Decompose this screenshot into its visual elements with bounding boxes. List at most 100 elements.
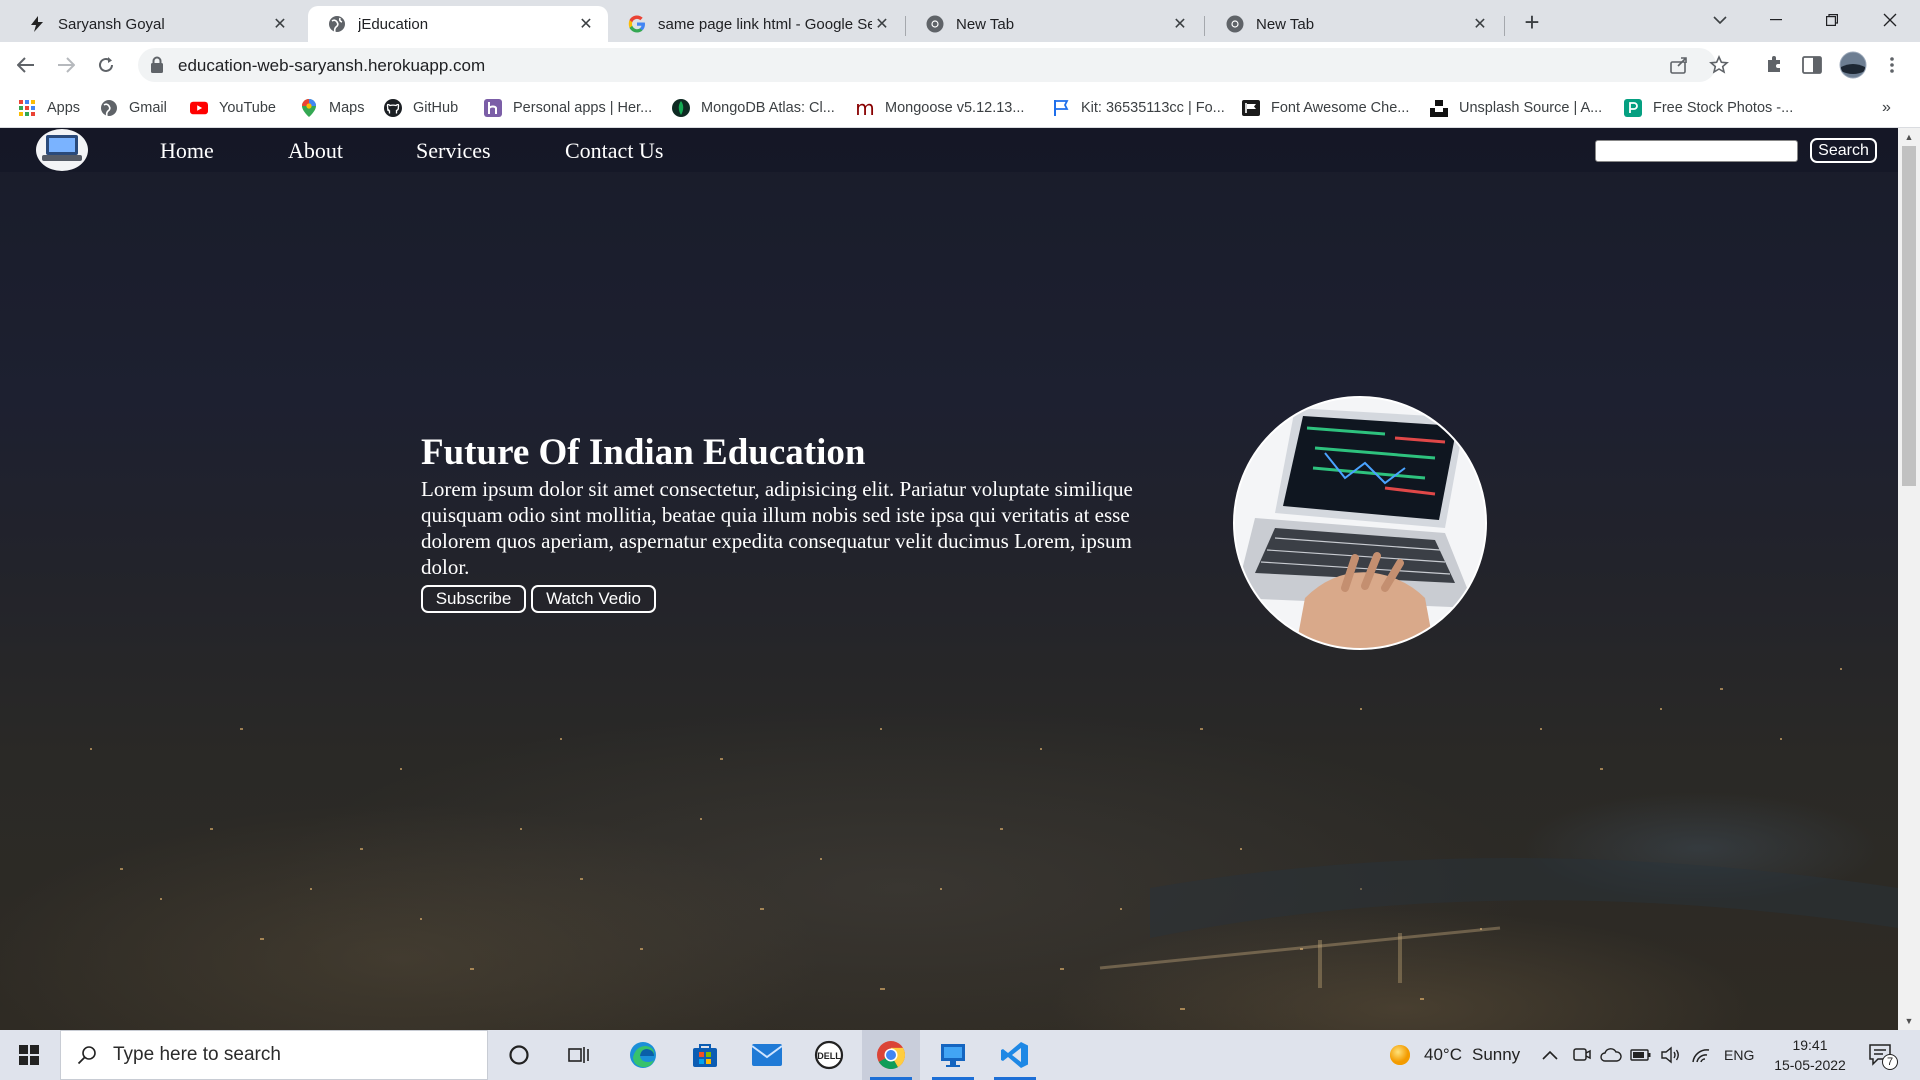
onedrive-cloud-icon[interactable] bbox=[1600, 1030, 1622, 1080]
chrome-icon bbox=[926, 15, 944, 33]
microsoft-store-icon[interactable] bbox=[676, 1030, 734, 1080]
bookmark-label: Kit: 36535113cc | Fo... bbox=[1081, 100, 1225, 116]
show-hidden-icons-chevron-icon[interactable] bbox=[1542, 1030, 1558, 1080]
close-icon[interactable]: ✕ bbox=[872, 14, 892, 34]
pexels-icon bbox=[1624, 99, 1642, 117]
sun-icon bbox=[1390, 1045, 1410, 1065]
side-panel-icon[interactable] bbox=[1798, 51, 1826, 79]
new-tab-button[interactable]: + bbox=[1518, 7, 1546, 37]
close-icon[interactable]: ✕ bbox=[576, 14, 596, 34]
bookmark-mongodb-atlas[interactable]: MongoDB Atlas: Cl... bbox=[672, 96, 835, 120]
bookmark-maps[interactable]: Maps bbox=[300, 96, 364, 120]
extensions-icon[interactable] bbox=[1760, 51, 1788, 79]
task-view-icon[interactable] bbox=[550, 1030, 608, 1080]
chrome-icon bbox=[1226, 15, 1244, 33]
page-scrollbar[interactable]: ▲ ▼ bbox=[1898, 128, 1920, 1030]
clock-date: 15-05-2022 bbox=[1774, 1057, 1846, 1073]
nav-contact-link[interactable]: Contact Us bbox=[565, 138, 663, 164]
bookmark-mongoose[interactable]: m Mongoose v5.12.13... bbox=[855, 96, 1025, 120]
close-window-button[interactable] bbox=[1862, 0, 1918, 40]
subscribe-button[interactable]: Subscribe bbox=[421, 585, 526, 613]
bookmark-apps[interactable]: Apps bbox=[18, 96, 80, 120]
bookmark-label: YouTube bbox=[219, 100, 276, 116]
globe-icon bbox=[328, 15, 346, 33]
meet-now-icon[interactable] bbox=[1572, 1030, 1592, 1080]
browser-tab-strip: Saryansh Goyal ✕ jEducation ✕ same page … bbox=[0, 0, 1920, 42]
scroll-down-arrow-icon[interactable]: ▼ bbox=[1904, 1016, 1914, 1026]
tab-title: New Tab bbox=[1256, 15, 1315, 33]
lock-icon[interactable] bbox=[150, 56, 168, 74]
share-icon[interactable] bbox=[1668, 54, 1690, 76]
mail-icon[interactable] bbox=[738, 1030, 796, 1080]
dell-icon[interactable]: DELL bbox=[800, 1030, 858, 1080]
tab-new-tab-2[interactable]: New Tab ✕ bbox=[1206, 6, 1502, 42]
weather-widget[interactable]: 40°C Sunny bbox=[1388, 1030, 1520, 1080]
minimize-button[interactable] bbox=[1748, 0, 1804, 40]
remote-desktop-icon[interactable] bbox=[924, 1030, 982, 1080]
site-search-input[interactable] bbox=[1595, 140, 1798, 162]
cortana-icon[interactable] bbox=[490, 1030, 548, 1080]
bookmarks-bar: Apps Gmail YouTube Maps GitHub Personal … bbox=[0, 88, 1920, 128]
address-bar[interactable]: education-web-saryansh.herokuapp.com bbox=[138, 48, 1729, 82]
bookmark-youtube[interactable]: YouTube bbox=[190, 96, 276, 120]
scroll-up-arrow-icon[interactable]: ▲ bbox=[1904, 132, 1914, 142]
scrollbar-thumb[interactable] bbox=[1902, 146, 1916, 486]
youtube-icon bbox=[190, 99, 208, 117]
tab-divider bbox=[1204, 16, 1205, 36]
restore-button[interactable] bbox=[1804, 0, 1860, 40]
bookmark-label: Maps bbox=[329, 100, 365, 116]
reload-button[interactable] bbox=[92, 51, 120, 79]
menu-kebab-icon[interactable] bbox=[1878, 51, 1906, 79]
edge-icon[interactable] bbox=[614, 1030, 672, 1080]
windows-taskbar: Type here to search DELL 40°C Sunny ENG … bbox=[0, 1030, 1920, 1080]
globe-icon bbox=[100, 99, 118, 117]
svg-text:DELL: DELL bbox=[817, 1051, 841, 1061]
notification-count-badge: 7 bbox=[1882, 1054, 1898, 1070]
windows-start-icon[interactable] bbox=[0, 1030, 58, 1080]
nav-about-link[interactable]: About bbox=[288, 138, 343, 164]
tab-jeducation[interactable]: jEducation ✕ bbox=[308, 6, 608, 42]
bookmark-star-icon[interactable] bbox=[1708, 54, 1730, 76]
watch-video-button[interactable]: Watch Vedio bbox=[531, 585, 656, 613]
bookmarks-overflow-chevron-icon[interactable]: » bbox=[1882, 96, 1891, 120]
back-button[interactable] bbox=[12, 51, 40, 79]
chrome-taskbar-icon[interactable] bbox=[862, 1030, 920, 1080]
url-text[interactable]: education-web-saryansh.herokuapp.com bbox=[178, 56, 485, 76]
bookmark-font-awesome-cheatsheet[interactable]: Font Awesome Che... bbox=[1242, 96, 1409, 120]
tab-saryansh-goyal[interactable]: Saryansh Goyal ✕ bbox=[8, 6, 302, 42]
forward-button[interactable] bbox=[52, 51, 80, 79]
taskbar-search-box[interactable]: Type here to search bbox=[60, 1030, 488, 1080]
nav-home-link[interactable]: Home bbox=[160, 138, 214, 164]
tab-title: same page link html - Google Se bbox=[658, 15, 872, 33]
bookmark-gmail[interactable]: Gmail bbox=[100, 96, 167, 120]
bookmark-heroku[interactable]: Personal apps | Her... bbox=[484, 96, 652, 120]
close-icon[interactable]: ✕ bbox=[1170, 14, 1190, 34]
close-icon[interactable]: ✕ bbox=[270, 14, 290, 34]
tab-new-tab-1[interactable]: New Tab ✕ bbox=[906, 6, 1202, 42]
bookmark-label: Mongoose v5.12.13... bbox=[885, 100, 1025, 116]
bookmark-pexels[interactable]: Free Stock Photos -... bbox=[1624, 96, 1793, 120]
nav-services-link[interactable]: Services bbox=[416, 138, 491, 164]
site-logo[interactable] bbox=[36, 129, 88, 171]
action-center-icon[interactable]: 7 bbox=[1868, 1030, 1898, 1080]
bookmark-unsplash[interactable]: Unsplash Source | A... bbox=[1430, 96, 1602, 120]
vscode-icon[interactable] bbox=[986, 1030, 1044, 1080]
site-search-button[interactable]: Search bbox=[1810, 138, 1877, 163]
wifi-icon[interactable] bbox=[1690, 1030, 1712, 1080]
bookmark-font-awesome-kit[interactable]: Kit: 36535113cc | Fo... bbox=[1052, 96, 1225, 120]
hero-description: Lorem ipsum dolor sit amet consectetur, … bbox=[421, 477, 1133, 579]
heroku-icon bbox=[484, 99, 502, 117]
bookmark-label: MongoDB Atlas: Cl... bbox=[701, 100, 835, 116]
battery-icon[interactable] bbox=[1630, 1030, 1652, 1080]
close-icon[interactable]: ✕ bbox=[1470, 14, 1490, 34]
tab-google-search[interactable]: same page link html - Google Se ✕ bbox=[608, 6, 904, 42]
bookmark-github[interactable]: GitHub bbox=[384, 96, 458, 120]
tab-search-chevron-icon[interactable] bbox=[1692, 0, 1748, 40]
mongodb-leaf-icon bbox=[672, 99, 690, 117]
taskbar-clock[interactable]: 19:41 15-05-2022 bbox=[1760, 1035, 1860, 1075]
volume-icon[interactable] bbox=[1660, 1030, 1682, 1080]
input-language[interactable]: ENG bbox=[1724, 1030, 1754, 1080]
profile-avatar[interactable] bbox=[1838, 51, 1868, 79]
weather-condition: Sunny bbox=[1471, 1045, 1521, 1064]
bookmark-label: Personal apps | Her... bbox=[513, 100, 653, 116]
